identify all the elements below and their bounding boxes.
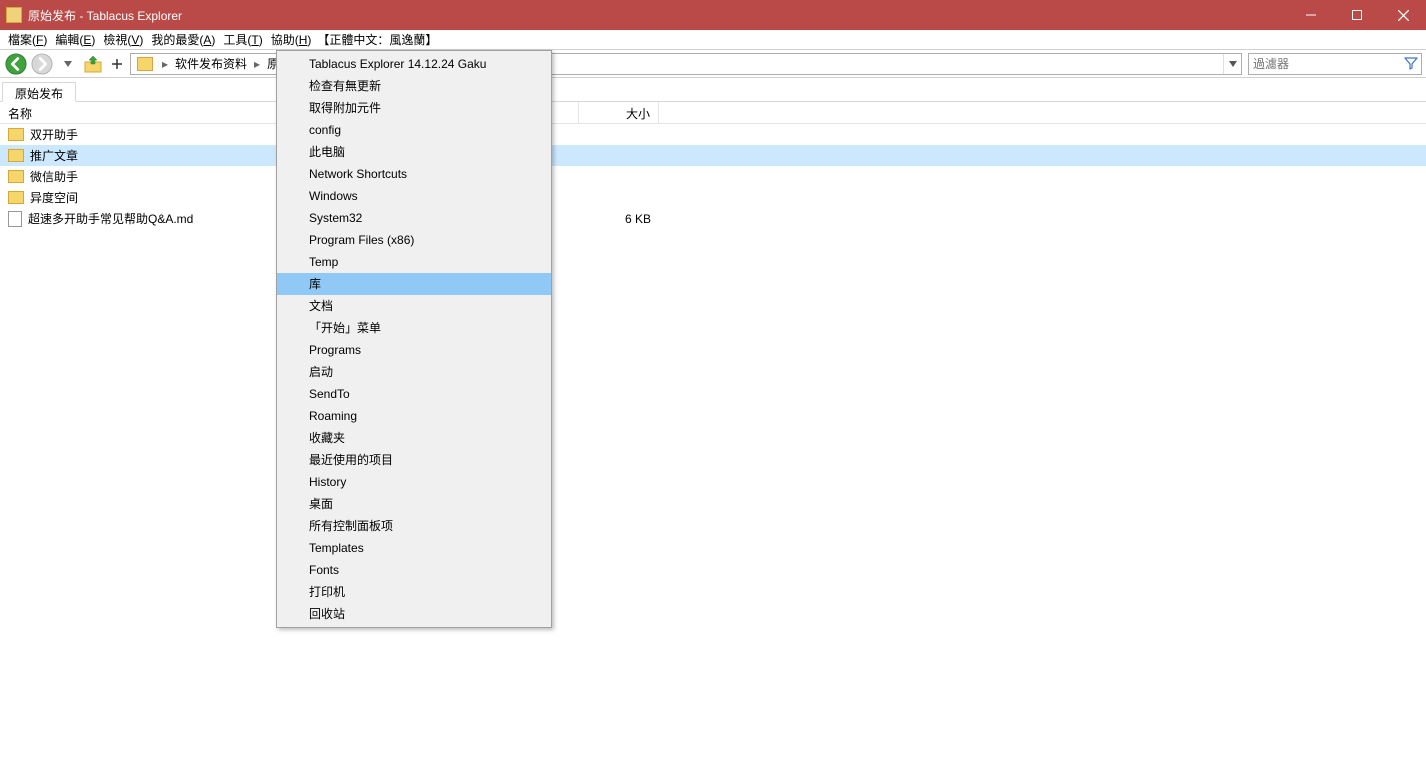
history-menu-item[interactable]: Network Shortcuts xyxy=(277,163,551,185)
history-menu-item[interactable]: 文档 xyxy=(277,295,551,317)
list-item[interactable]: 双开助手 xyxy=(0,124,1426,145)
history-dropdown-menu[interactable]: Tablacus Explorer 14.12.24 Gaku检查有無更新取得附… xyxy=(276,50,552,628)
history-menu-item[interactable]: Templates xyxy=(277,537,551,559)
address-dropdown-button[interactable] xyxy=(1223,54,1241,74)
column-size[interactable]: 大小 xyxy=(579,102,659,123)
history-menu-item[interactable]: Windows xyxy=(277,185,551,207)
history-menu-item[interactable]: 打印机 xyxy=(277,581,551,603)
history-menu-item[interactable]: 最近使用的项目 xyxy=(277,449,551,471)
main-area: 名称 大小 双开助手推广文章微信助手异度空间超速多开助手常见帮助Q&A.md 6 … xyxy=(0,102,1426,760)
filter-input[interactable] xyxy=(1249,57,1421,71)
window-buttons xyxy=(1288,0,1426,30)
menu-language-note: 【正體中文：風逸蘭】 xyxy=(317,31,437,48)
file-size: 6 KB xyxy=(579,212,659,226)
file-list[interactable]: 名称 大小 双开助手推广文章微信助手异度空间超速多开助手常见帮助Q&A.md 6 … xyxy=(0,102,1426,760)
folder-icon xyxy=(8,149,24,162)
new-tab-button[interactable] xyxy=(106,53,128,75)
minimize-button[interactable] xyxy=(1288,0,1334,30)
tab-active[interactable]: 原始发布 xyxy=(2,82,76,102)
menu-item-f[interactable]: 檔案(F) xyxy=(4,30,51,49)
window-title: 原始发布 - Tablacus Explorer xyxy=(28,7,1288,24)
file-icon xyxy=(8,211,22,227)
history-menu-item[interactable]: Temp xyxy=(277,251,551,273)
file-name: 推广文章 xyxy=(30,147,78,164)
history-menu-item[interactable]: 所有控制面板项 xyxy=(277,515,551,537)
menu-item-h[interactable]: 協助(H) xyxy=(267,30,316,49)
column-headers: 名称 大小 xyxy=(0,102,1426,124)
menu-item-e[interactable]: 編輯(E) xyxy=(51,30,99,49)
file-name: 微信助手 xyxy=(30,168,78,185)
toolbar: ▸ 软件发布资料 ▸ 原始发 xyxy=(0,50,1426,78)
file-name: 超速多开助手常见帮助Q&A.md xyxy=(28,210,193,227)
menubar: 檔案(F)編輯(E)檢視(V)我的最愛(A)工具(T)協助(H) 【正體中文：風… xyxy=(0,30,1426,50)
list-item[interactable]: 异度空间 xyxy=(0,187,1426,208)
tab-strip: 原始发布 xyxy=(0,78,1426,102)
file-name: 异度空间 xyxy=(30,189,78,206)
file-name: 双开助手 xyxy=(30,126,78,143)
list-item[interactable]: 超速多开助手常见帮助Q&A.md 6 KB xyxy=(0,208,1426,229)
menu-item-v[interactable]: 檢視(V) xyxy=(99,30,147,49)
history-menu-item[interactable]: config xyxy=(277,119,551,141)
history-menu-item[interactable]: Roaming xyxy=(277,405,551,427)
folder-icon xyxy=(8,128,24,141)
history-menu-item[interactable]: 启动 xyxy=(277,361,551,383)
column-name[interactable]: 名称 xyxy=(0,102,294,123)
filter-icon xyxy=(1404,56,1418,73)
history-menu-item[interactable]: 库 xyxy=(277,273,551,295)
back-button[interactable] xyxy=(4,52,28,76)
history-menu-item[interactable]: 取得附加元件 xyxy=(277,97,551,119)
history-menu-item[interactable]: 回收站 xyxy=(277,603,551,625)
history-dropdown-button[interactable] xyxy=(56,52,80,76)
breadcrumb-item[interactable]: 软件发布资料 xyxy=(171,55,251,72)
app-icon xyxy=(6,7,22,23)
folder-icon xyxy=(8,191,24,204)
history-menu-item[interactable]: 收藏夹 xyxy=(277,427,551,449)
history-menu-item[interactable]: 检查有無更新 xyxy=(277,75,551,97)
history-menu-item[interactable]: 此电脑 xyxy=(277,141,551,163)
folder-icon xyxy=(8,170,24,183)
up-button[interactable] xyxy=(82,53,104,75)
maximize-button[interactable] xyxy=(1334,0,1380,30)
titlebar: 原始发布 - Tablacus Explorer xyxy=(0,0,1426,30)
history-menu-item[interactable]: History xyxy=(277,471,551,493)
history-menu-item[interactable]: Tablacus Explorer 14.12.24 Gaku xyxy=(277,53,551,75)
history-menu-item[interactable]: 桌面 xyxy=(277,493,551,515)
history-menu-item[interactable]: 「开始」菜单 xyxy=(277,317,551,339)
close-button[interactable] xyxy=(1380,0,1426,30)
chevron-right-icon[interactable]: ▸ xyxy=(159,57,171,71)
list-item[interactable]: 推广文章 xyxy=(0,145,1426,166)
history-menu-item[interactable]: Fonts xyxy=(277,559,551,581)
history-menu-item[interactable]: Programs xyxy=(277,339,551,361)
history-menu-item[interactable]: Program Files (x86) xyxy=(277,229,551,251)
forward-button[interactable] xyxy=(30,52,54,76)
history-menu-item[interactable]: System32 xyxy=(277,207,551,229)
menu-item-t[interactable]: 工具(T) xyxy=(219,30,266,49)
folder-icon xyxy=(137,57,153,71)
menu-item-a[interactable]: 我的最愛(A) xyxy=(147,30,219,49)
list-item[interactable]: 微信助手 xyxy=(0,166,1426,187)
chevron-right-icon[interactable]: ▸ xyxy=(251,57,263,71)
history-menu-item[interactable]: SendTo xyxy=(277,383,551,405)
filter-box[interactable] xyxy=(1248,53,1422,75)
